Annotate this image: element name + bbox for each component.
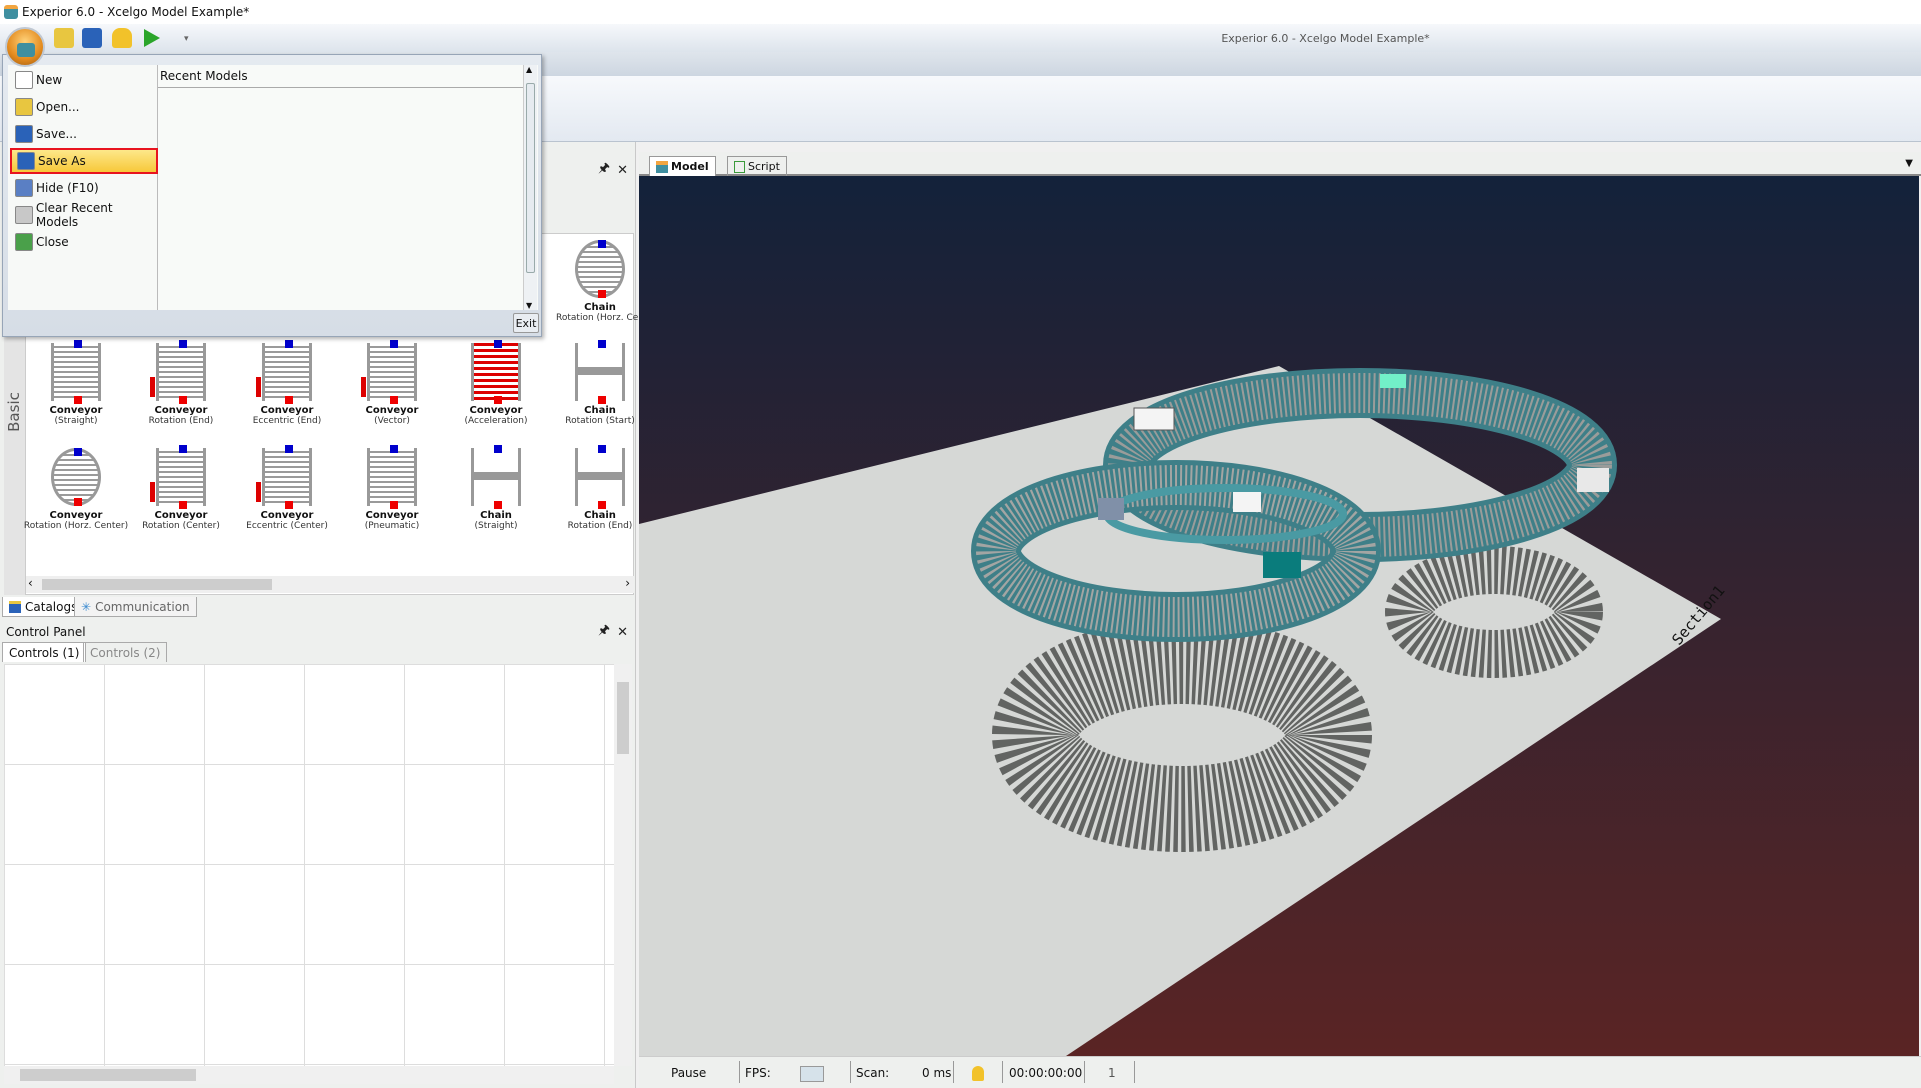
menu-item-clear-recent-models[interactable]: Clear Recent Models (10, 201, 158, 229)
catalog-item[interactable]: Conveyor Eccentric (Center) (232, 445, 342, 531)
controls-vertical-scrollbar[interactable] (614, 664, 632, 1066)
close-icon[interactable]: ✕ (617, 163, 628, 178)
application-menu-button[interactable] (5, 27, 45, 67)
catalog-item[interactable]: Conveyor Rotation (End) (126, 340, 236, 426)
box-load (1233, 492, 1261, 512)
status-bar: Pause FPS: Scan: 0 ms 00:00:00:00 1 (639, 1056, 1921, 1088)
save-as-icon (17, 152, 35, 170)
ribbon-window-title: Experior 6.0 - Xcelgo Model Example* (1221, 32, 1430, 45)
communication-icon: ✳ (81, 599, 92, 614)
tab-catalogs[interactable]: Catalogs (2, 597, 85, 617)
lock-icon[interactable] (112, 28, 132, 48)
menu-item-save[interactable]: Save... (10, 121, 158, 147)
hide-icon (15, 179, 33, 197)
box-load (1380, 374, 1406, 388)
box-load (1263, 552, 1301, 578)
menu-item-save-as[interactable]: Save As (10, 148, 158, 174)
tab-controls-1[interactable]: Controls (1) (2, 642, 87, 662)
scroll-right-icon[interactable]: › (625, 576, 630, 590)
controls-grid[interactable] (4, 664, 614, 1066)
pin-icon[interactable]: 🖈 (598, 621, 610, 643)
catalog-item-icon (256, 445, 312, 509)
catalog-item[interactable]: Conveyor Rotation (Center) (126, 445, 236, 531)
catalog-item[interactable]: Conveyor (Pneumatic) (337, 445, 447, 531)
catalog-item-icon (575, 445, 625, 509)
tab-communication[interactable]: ✳ Communication (74, 597, 197, 617)
quick-access-toolbar: Experior 6.0 - Xcelgo Model Example* (0, 24, 1921, 52)
catalog-item[interactable]: Conveyor Eccentric (End) (232, 340, 342, 426)
tab-script[interactable]: Script (727, 156, 787, 176)
run-state[interactable]: Pause (671, 1066, 706, 1080)
tab-list-dropdown-icon[interactable]: ▼ (1905, 158, 1913, 169)
catalog-item-icon (471, 340, 521, 404)
control-panel-title: Control Panel (6, 625, 86, 639)
app-icon (4, 5, 18, 19)
catalogs-icon (9, 600, 21, 613)
tab-model[interactable]: Model (649, 156, 716, 176)
menu-commands: New Open... Save... Save As Hide (F10) Clear … (8, 65, 158, 310)
save-icon[interactable] (82, 28, 102, 48)
catalog-item-icon (575, 340, 625, 404)
catalog-item-icon (367, 445, 417, 509)
exit-button[interactable]: Exit (513, 313, 539, 333)
box-load (1577, 468, 1609, 492)
open-folder-icon (15, 98, 33, 116)
catalog-item-icon (471, 445, 521, 509)
save-icon (15, 125, 33, 143)
menu-item-new[interactable]: New (10, 67, 158, 93)
model-icon (656, 160, 668, 173)
catalog-item-icon (150, 445, 206, 509)
close-icon[interactable]: ✕ (617, 625, 628, 640)
box-load (1133, 407, 1175, 431)
recent-models-scrollbar[interactable]: ▲ ▼ (523, 65, 537, 310)
customize-toolbar-dropdown-icon[interactable]: ▾ (184, 34, 189, 44)
close-door-icon (15, 233, 33, 251)
catalog-item[interactable]: Conveyor Rotation (Horz. Center) (21, 448, 131, 531)
catalog-item[interactable]: Chain (Straight) (441, 445, 551, 531)
recent-models-header: Recent Models (158, 65, 528, 88)
catalog-item-icon (51, 448, 101, 506)
menu-item-hide-f10[interactable]: Hide (F10) (10, 175, 158, 201)
catalog-item-icon (150, 340, 206, 404)
catalog-item-icon (256, 340, 312, 404)
menu-item-close[interactable]: Close (10, 229, 158, 255)
menu-item-open[interactable]: Open... (10, 94, 158, 120)
fps-meter (800, 1066, 824, 1082)
clear-recent-icon (15, 206, 33, 224)
catalog-item-icon (361, 340, 417, 404)
catalog-item[interactable]: Conveyor (Vector) (337, 340, 447, 426)
control-panel-header: Control Panel 🖈 ✕ (0, 622, 636, 642)
box-load (1098, 498, 1124, 520)
catalog-horizontal-scrollbar[interactable]: ‹ › (26, 576, 634, 593)
tab-controls-2[interactable]: Controls (2) (83, 642, 168, 662)
catalog-item[interactable]: Conveyor (Acceleration) (441, 340, 551, 426)
3d-model-viewport[interactable]: Section1 (639, 176, 1919, 1056)
scroll-left-icon[interactable]: ‹ (28, 576, 33, 590)
controls-horizontal-scrollbar[interactable] (4, 1066, 614, 1084)
window-title: Experior 6.0 - Xcelgo Model Example* (22, 5, 250, 19)
title-bar: Experior 6.0 - Xcelgo Model Example* (0, 0, 1921, 24)
catalog-item[interactable]: Conveyor (Straight) (21, 340, 131, 426)
catalog-item-icon (51, 340, 101, 404)
recent-models-list: Recent Models (158, 65, 538, 310)
play-icon[interactable] (144, 29, 160, 47)
open-icon[interactable] (54, 28, 74, 48)
view-tab-strip: Model Script ▼ (639, 152, 1921, 176)
script-icon (734, 160, 745, 173)
new-document-icon (15, 71, 33, 89)
lock-icon[interactable] (972, 1066, 984, 1081)
application-menu: New Open... Save... Save As Hide (F10) Clear … (2, 54, 542, 337)
pin-icon[interactable]: 🖈 (598, 159, 610, 181)
